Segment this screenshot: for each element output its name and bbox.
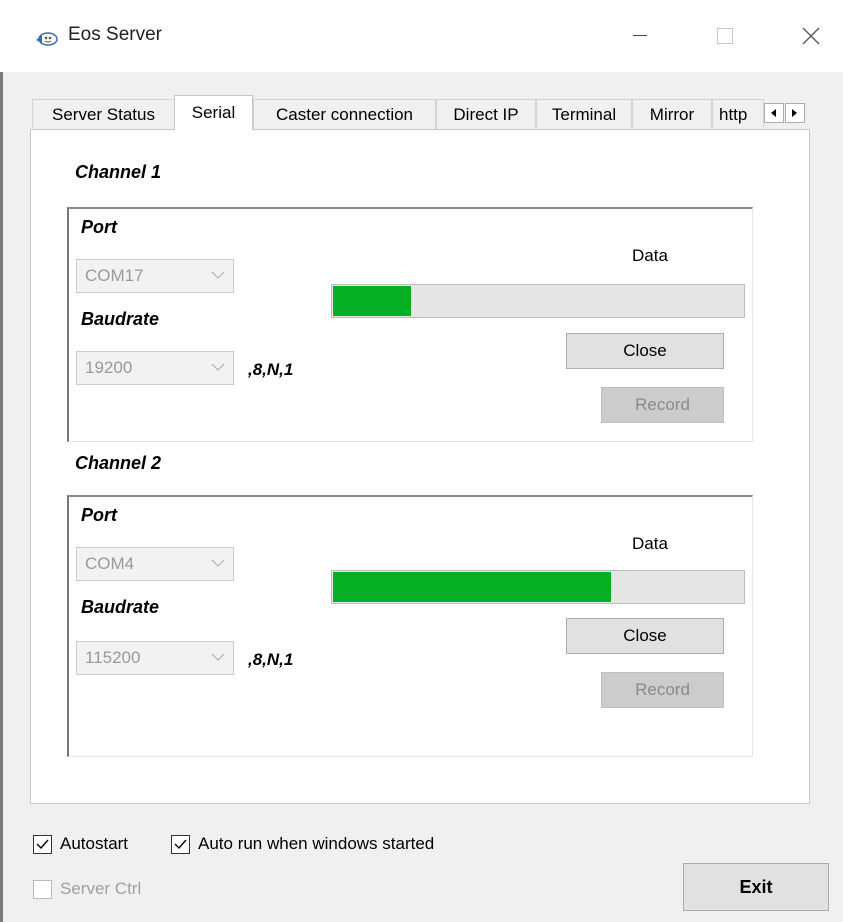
channel-2-baudrate-select[interactable]: 115200	[76, 641, 234, 675]
channel-2-port-label: Port	[81, 505, 117, 525]
tab-http[interactable]: http	[712, 99, 764, 129]
channel-2-progress-fill	[333, 572, 612, 602]
channel-1-format-suffix: ,8,N,1	[248, 360, 294, 379]
checkmark-icon	[174, 839, 187, 849]
arrow-right-icon	[792, 109, 797, 117]
tab-scroll-left-button[interactable]	[764, 103, 784, 123]
serial-tab-page: Channel 1 Port COM17 Baudrate 19200 ,8,N…	[30, 129, 810, 804]
channel-1-record-button[interactable]: Record	[601, 387, 724, 423]
channel-2-group: Port COM4 Baudrate 115200 ,8,N,1 Data Cl…	[67, 495, 753, 757]
autorun-checkbox-row[interactable]: Auto run when windows started	[171, 834, 434, 854]
channel-1-port-label: Port	[81, 217, 117, 237]
app-window: Eos Server Server Status Serial Caster c…	[0, 0, 843, 922]
chevron-down-icon	[211, 653, 225, 661]
channel-2-data-label: Data	[632, 534, 668, 553]
chevron-down-icon	[211, 363, 225, 371]
channel-2-port-select[interactable]: COM4	[76, 547, 234, 581]
channel-1-group: Port COM17 Baudrate 19200 ,8,N,1 Data Cl…	[67, 207, 753, 442]
maximize-button[interactable]	[702, 18, 748, 54]
exit-button[interactable]: Exit	[683, 863, 829, 911]
channel-2-baudrate-label: Baudrate	[81, 597, 160, 617]
tab-direct-ip[interactable]: Direct IP	[436, 99, 536, 129]
autostart-checkbox-row[interactable]: Autostart	[33, 834, 128, 854]
chevron-down-icon	[211, 559, 225, 567]
tab-caster-connection[interactable]: Caster connection	[253, 99, 436, 129]
checkmark-icon	[36, 839, 49, 849]
tab-mirror[interactable]: Mirror	[632, 99, 712, 129]
arrow-left-icon	[771, 109, 776, 117]
minimize-icon	[633, 35, 647, 36]
window-edge	[0, 72, 3, 922]
channel-2-close-button[interactable]: Close	[566, 618, 724, 654]
server-ctrl-label: Server Ctrl	[60, 879, 142, 898]
channel-2-format-suffix: ,8,N,1	[248, 650, 294, 669]
title-bar: Eos Server	[0, 0, 843, 72]
tab-server-status[interactable]: Server Status	[32, 99, 175, 129]
channel-2-record-button[interactable]: Record	[601, 672, 724, 708]
close-window-button[interactable]	[788, 18, 834, 54]
window-title: Eos Server	[68, 24, 162, 45]
channel-1-baudrate-label: Baudrate	[81, 309, 160, 329]
server-ctrl-checkbox-row[interactable]: Server Ctrl	[33, 879, 141, 899]
channel-1-title: Channel 1	[75, 162, 162, 182]
channel-1-close-button[interactable]: Close	[566, 333, 724, 369]
channel-2-data-progress	[331, 570, 745, 604]
tab-serial[interactable]: Serial	[174, 95, 253, 130]
tab-strip: Server Status Serial Caster connection D…	[30, 95, 810, 130]
autorun-label: Auto run when windows started	[198, 834, 435, 853]
chevron-down-icon	[211, 271, 225, 279]
channel-1-data-progress	[331, 284, 745, 318]
tab-terminal[interactable]: Terminal	[536, 99, 632, 129]
eos-app-icon	[34, 30, 58, 46]
maximize-icon	[717, 28, 733, 44]
channel-1-port-select[interactable]: COM17	[76, 259, 234, 293]
channel-1-progress-fill	[333, 286, 412, 316]
channel-2-title: Channel 2	[75, 453, 162, 473]
minimize-button[interactable]	[617, 18, 663, 54]
channel-1-baudrate-select[interactable]: 19200	[76, 351, 234, 385]
autostart-checkbox[interactable]	[33, 834, 52, 854]
server-ctrl-checkbox[interactable]	[33, 879, 52, 899]
autorun-checkbox[interactable]	[171, 834, 190, 854]
tab-scroll-right-button[interactable]	[785, 103, 805, 123]
close-icon	[802, 27, 820, 45]
autostart-label: Autostart	[60, 834, 129, 853]
channel-1-data-label: Data	[632, 246, 668, 265]
